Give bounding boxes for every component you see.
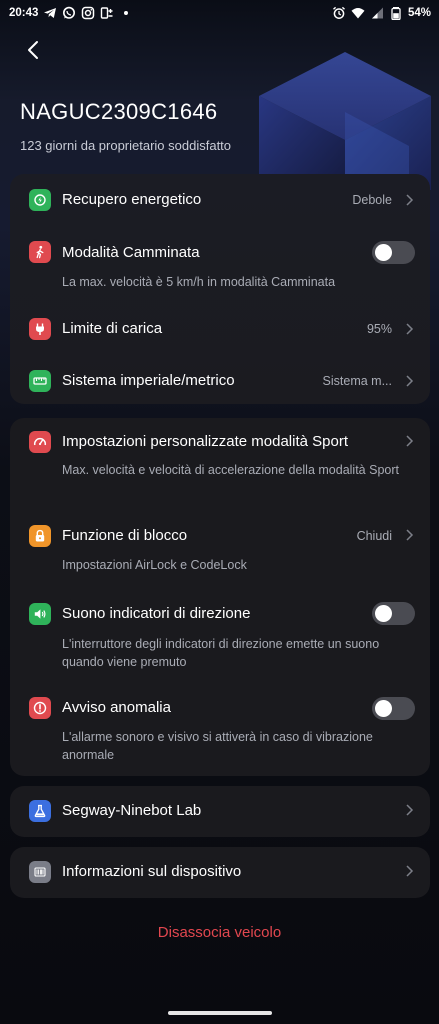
chevron-right-icon [406, 194, 414, 206]
unit-system-value: Sistema m... [322, 374, 392, 388]
status-bar: 20:43 54% [0, 0, 439, 26]
lab-label: Segway-Ninebot Lab [62, 802, 202, 819]
anomaly-alert-toggle[interactable] [372, 697, 415, 720]
walk-mode-label: Modalità Camminata [62, 244, 200, 261]
charge-limit-row[interactable]: Limite di carica 95% [10, 302, 430, 354]
walk-icon [29, 241, 51, 263]
unit-system-label: Sistema imperiale/metrico [62, 372, 235, 389]
alert-icon [29, 697, 51, 719]
lock-function-row[interactable]: Funzione di blocco Chiudi Impostazioni A… [10, 512, 430, 582]
chevron-right-icon [406, 375, 414, 387]
turn-signal-sound-description: L'interruttore degli indicatori di direz… [62, 637, 380, 669]
whatsapp-icon [62, 6, 76, 20]
speedometer-icon [29, 431, 51, 453]
flask-icon [29, 800, 51, 822]
device-info-label: Informazioni sul dispositivo [62, 863, 242, 880]
chevron-right-icon [406, 323, 414, 335]
status-time: 20:43 [9, 7, 39, 19]
alarm-icon [332, 6, 346, 20]
energy-recovery-row[interactable]: Recupero energetico Debole [10, 174, 430, 226]
instagram-icon [81, 6, 95, 20]
energy-recovery-value: Debole [352, 193, 392, 207]
chevron-left-icon [28, 41, 38, 59]
lock-icon [29, 525, 51, 547]
toggle-knob [375, 700, 392, 717]
settings-card-general: Recupero energetico Debole Modalità Camm… [10, 174, 430, 404]
anomaly-alert-row: Avviso anomalia L'allarme sonoro e visiv… [10, 684, 430, 776]
lab-card[interactable]: Segway-Ninebot Lab [10, 786, 430, 837]
plug-icon [29, 318, 51, 340]
lock-function-value: Chiudi [356, 529, 392, 543]
sport-mode-row[interactable]: Impostazioni personalizzate modalità Spo… [10, 418, 430, 504]
device-name: NAGUC2309C1646 [20, 99, 218, 124]
back-button[interactable] [22, 38, 46, 62]
ruler-icon [29, 370, 51, 392]
unit-system-row[interactable]: Sistema imperiale/metrico Sistema m... [10, 354, 430, 406]
walk-mode-row: Modalità Camminata La max. velocità è 5 … [10, 226, 430, 294]
sport-mode-label: Impostazioni personalizzate modalità Spo… [62, 433, 348, 450]
home-indicator[interactable] [168, 1011, 272, 1015]
lock-function-description: Impostazioni AirLock e CodeLock [62, 558, 247, 572]
toggle-knob [375, 244, 392, 261]
charge-limit-value: 95% [366, 322, 392, 336]
sport-mode-description: Max. velocità e velocità di accelerazion… [62, 463, 399, 477]
energy-recovery-icon [29, 189, 51, 211]
unpair-vehicle-button[interactable]: Disassocia veicolo [0, 924, 439, 941]
toggle-knob [375, 605, 392, 622]
owner-days-text: 123 giorni da proprietario soddisfatto [20, 138, 232, 153]
walk-mode-description: La max. velocità è 5 km/h in modalità Ca… [62, 275, 336, 289]
battery-percent: 54% [407, 7, 431, 19]
wifi-icon [351, 6, 365, 20]
settings-card-advanced: Impostazioni personalizzate modalità Spo… [10, 418, 430, 776]
chevron-right-icon [406, 529, 414, 541]
turn-signal-sound-toggle[interactable] [372, 602, 415, 625]
anomaly-alert-label: Avviso anomalia [62, 699, 171, 716]
energy-recovery-label: Recupero energetico [62, 191, 202, 208]
telegram-icon [43, 6, 57, 20]
turn-signal-sound-label: Suono indicatori di direzione [62, 605, 251, 622]
barcode-icon [29, 861, 51, 883]
battery-icon [389, 6, 403, 20]
charge-limit-label: Limite di carica [62, 320, 163, 337]
signal-icon [370, 6, 384, 20]
speaker-icon [29, 603, 51, 625]
anomaly-alert-description: L'allarme sonoro e visivo si attiverà in… [62, 730, 373, 762]
device-info-card[interactable]: Informazioni sul dispositivo [10, 847, 430, 898]
turn-signal-sound-row: Suono indicatori di direzione L'interrut… [10, 590, 430, 684]
chevron-right-icon [406, 865, 414, 877]
device-illustration [259, 50, 439, 190]
chevron-right-icon [406, 804, 414, 816]
lock-function-label: Funzione di blocco [62, 527, 188, 544]
walk-mode-toggle[interactable] [372, 241, 415, 264]
chevron-right-icon [406, 435, 414, 447]
shortcut-icon [100, 6, 114, 20]
dot-icon [119, 6, 133, 20]
